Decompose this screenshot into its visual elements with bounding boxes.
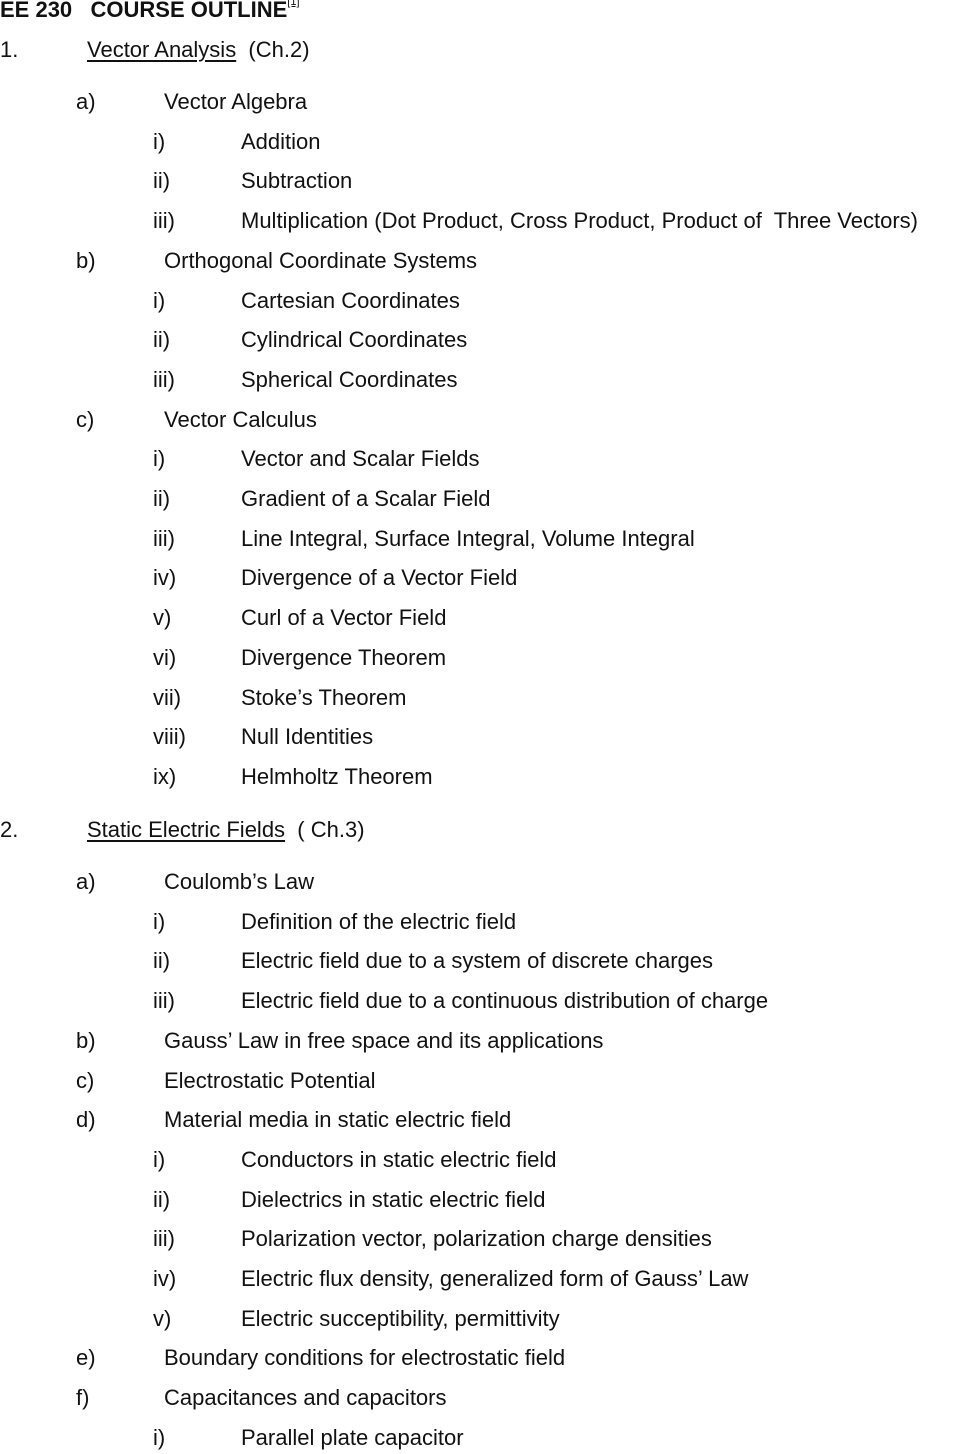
outline-item-label: c) — [76, 1067, 95, 1093]
outline-subitem-label: iii) — [153, 525, 175, 551]
outline-subitem-label: vi) — [153, 644, 177, 670]
outline-subitem-text: Electric flux density, generalized form … — [241, 1266, 749, 1291]
outline-subitem-text: Definition of the electric field — [241, 908, 517, 934]
outline-item-text: Vector Algebra — [164, 89, 308, 114]
section-number: 2. — [0, 817, 19, 842]
outline-item-label: b) — [76, 247, 96, 273]
outline-subitem-text: Gradient of a Scalar Field — [241, 486, 491, 511]
outline-item-text: Orthogonal Coordinate Systems — [164, 247, 478, 273]
title-text: EE 230 COURSE OUTLINE — [0, 0, 288, 22]
outline-subitem-text: Helmholtz Theorem — [241, 763, 433, 789]
outline-subitem-label: ii) — [153, 168, 171, 194]
section-chapter: ( Ch.3) — [297, 817, 365, 842]
outline-subitem-label: i) — [153, 1424, 166, 1450]
outline-item-label: a) — [76, 89, 96, 114]
outline-item-label: b) — [76, 1027, 96, 1053]
outline-subitem-label: i) — [153, 287, 166, 313]
outline-subitem-label: iii) — [153, 208, 175, 234]
outline-subitem-text: Subtraction — [241, 168, 353, 194]
outline-item-text: Boundary conditions for electrostatic fi… — [164, 1345, 566, 1371]
outline-subitem-text: Curl of a Vector Field — [241, 605, 447, 631]
section-number: 1. — [0, 37, 19, 62]
section-heading: Vector Analysis (Ch.2) — [87, 37, 310, 63]
outline-subitem-label: ii) — [153, 1186, 171, 1212]
outline-subitem-text: Spherical Coordinates — [241, 366, 458, 392]
outline-subitem-text: Dielectrics in static electric field — [241, 1186, 546, 1212]
outline-item-label: d) — [76, 1107, 96, 1133]
outline-subitem-label: iii) — [153, 988, 175, 1014]
outline-subitem-text: Divergence Theorem — [241, 644, 447, 670]
outline-subitem-label: ii) — [153, 327, 171, 353]
outline-subitem-label: ii) — [153, 948, 171, 974]
outline-subitem-text: Line Integral, Surface Integral, Volume … — [241, 525, 695, 551]
outline-subitem-label: i) — [153, 128, 166, 154]
outline-subitem-label: i) — [153, 1146, 166, 1172]
outline-subitem-label: iv) — [153, 565, 177, 591]
outline-item-text: Electrostatic Potential — [164, 1067, 376, 1093]
outline-subitem-label: iii) — [153, 1226, 175, 1252]
section-heading: Static Electric Fields ( Ch.3) — [87, 817, 365, 843]
outline-item-text: Coulomb’s Law — [164, 869, 315, 894]
outline-subitem-label: v) — [153, 605, 172, 631]
outline-subitem-text: Cartesian Coordinates — [241, 287, 460, 313]
outline-subitem-text: Null Identities — [241, 724, 374, 750]
outline-subitem-label: vii) — [153, 684, 182, 710]
outline-subitem-text: Electric field due to a system of discre… — [241, 948, 713, 974]
outline-subitem-text: Vector and Scalar Fields — [241, 446, 480, 472]
outline-subitem-text: Multiplication (Dot Product, Cross Produ… — [241, 208, 918, 234]
outline-subitem-text: Polarization vector, polarization charge… — [241, 1226, 712, 1252]
document-title: EE 230 COURSE OUTLINE[1] — [0, 0, 300, 23]
outline-subitem-label: v) — [153, 1305, 172, 1331]
outline-subitem-text: Electric field due to a continuous distr… — [241, 988, 769, 1014]
outline-item-text: Vector Calculus — [164, 406, 317, 432]
section-title: Vector Analysis — [87, 37, 237, 62]
outline-subitem-label: ix) — [153, 763, 177, 789]
outline-subitem-text: Parallel plate capacitor — [241, 1424, 464, 1450]
outline-subitem-text: Cylindrical Coordinates — [241, 327, 468, 353]
outline-subitem-text: Conductors in static electric field — [241, 1146, 557, 1172]
section-title: Static Electric Fields — [87, 817, 286, 842]
outline-item-text: Capacitances and capacitors — [164, 1385, 447, 1411]
outline-item-text: Gauss’ Law in free space and its applica… — [164, 1027, 604, 1053]
outline-subitem-label: i) — [153, 446, 166, 472]
outline-subitem-text: Divergence of a Vector Field — [241, 565, 518, 591]
section-chapter: (Ch.2) — [248, 37, 310, 62]
outline-subitem-label: iv) — [153, 1266, 177, 1291]
footnote-ref-link[interactable]: [1] — [287, 0, 299, 8]
outline-item-text: Material media in static electric field — [164, 1107, 512, 1133]
outline-subitem-label: i) — [153, 908, 166, 934]
outline-item-label: a) — [76, 869, 96, 894]
outline-subitem-label: viii) — [153, 724, 186, 750]
outline-subitem-text: Stoke’s Theorem — [241, 684, 407, 710]
outline-subitem-text: Addition — [241, 128, 321, 154]
outline-item-label: f) — [76, 1385, 90, 1411]
outline-subitem-label: iii) — [153, 366, 175, 392]
outline-subitem-text: Electric succeptibility, permittivity — [241, 1305, 560, 1331]
outline-item-label: c) — [76, 406, 95, 432]
outline-item-label: e) — [76, 1345, 96, 1371]
outline-subitem-label: ii) — [153, 486, 171, 511]
